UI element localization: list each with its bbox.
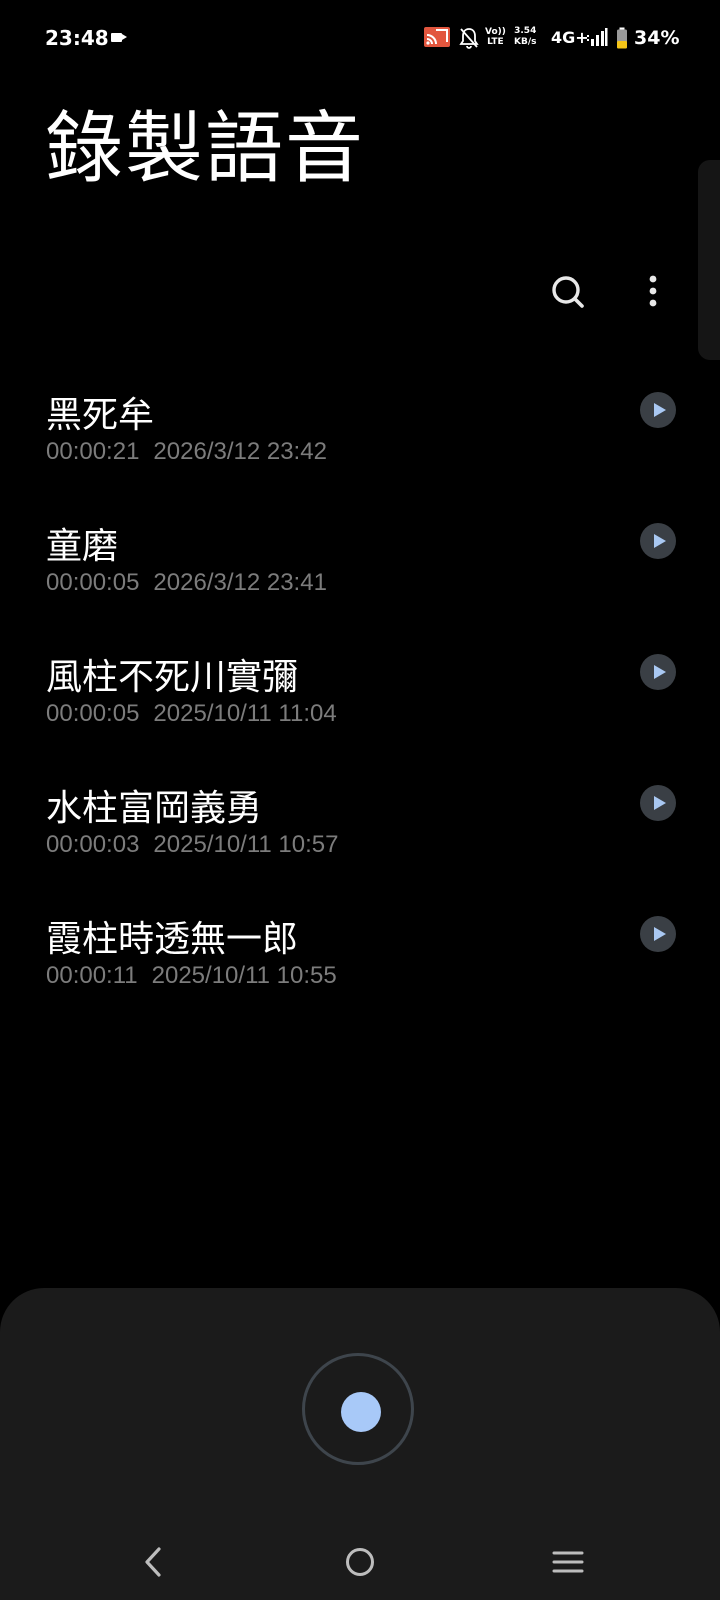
signal-icon xyxy=(587,28,608,46)
bell-off-icon xyxy=(459,28,479,49)
recording-duration: 00:00:11 xyxy=(46,962,138,989)
recording-meta: 00:00:05 2025/10/11 11:04 xyxy=(46,700,337,728)
battery-percentage: 34% xyxy=(634,27,680,49)
home-icon[interactable] xyxy=(345,1547,375,1577)
volte-indicator: Vo)) LTE xyxy=(485,27,506,47)
recording-duration: 00:00:05 xyxy=(46,700,140,727)
recording-name: 黑死牟 xyxy=(46,395,155,436)
status-bar: 23:48 Vo)) LTE 3.54 KB/s 4G+ 34% xyxy=(0,0,720,78)
recording-duration: 00:00:05 xyxy=(46,569,140,596)
recording-date: 2025/10/11 10:55 xyxy=(151,962,337,989)
recording-meta: 00:00:03 2025/10/11 10:57 xyxy=(46,831,338,859)
recording-date: 2026/3/12 23:42 xyxy=(153,438,327,465)
page-title: 錄製語音 xyxy=(45,104,366,194)
recording-name: 霞柱時透無一郎 xyxy=(46,919,299,960)
recording-date: 2025/10/11 10:57 xyxy=(153,831,339,858)
record-dot-icon xyxy=(341,1392,381,1432)
recordings-list: 黑死牟 00:00:21 2026/3/12 23:42 童磨 00:00:05 2… xyxy=(0,370,720,1025)
recording-date: 2025/10/11 11:04 xyxy=(153,700,337,727)
recording-item[interactable]: 風柱不死川實彌 00:00:05 2025/10/11 11:04 xyxy=(0,632,720,763)
recording-name: 水柱富岡義勇 xyxy=(46,788,263,829)
recording-item[interactable]: 黑死牟 00:00:21 2026/3/12 23:42 xyxy=(0,370,720,501)
recording-item[interactable]: 霞柱時透無一郎 00:00:11 2025/10/11 10:55 xyxy=(0,894,720,1025)
play-button[interactable] xyxy=(640,523,676,559)
play-button[interactable] xyxy=(640,654,676,690)
recording-meta: 00:00:05 2026/3/12 23:41 xyxy=(46,569,327,597)
network-speed-unit: KB/s xyxy=(514,37,537,47)
play-button[interactable] xyxy=(640,916,676,952)
more-vert-icon[interactable] xyxy=(638,272,668,312)
recording-item[interactable]: 水柱富岡義勇 00:00:03 2025/10/11 10:57 xyxy=(0,763,720,894)
play-button[interactable] xyxy=(640,392,676,428)
network-speed-value: 3.54 xyxy=(514,26,537,36)
cast-icon xyxy=(424,27,450,47)
recording-name: 童磨 xyxy=(46,526,119,567)
recording-meta: 00:00:21 2026/3/12 23:42 xyxy=(46,438,327,466)
search-icon[interactable] xyxy=(548,272,588,312)
volte-bottom-label: LTE xyxy=(487,37,504,47)
back-icon[interactable] xyxy=(140,1545,166,1579)
battery-icon xyxy=(617,27,627,49)
volte-top-label: Vo)) xyxy=(485,27,506,37)
play-button[interactable] xyxy=(640,785,676,821)
recording-duration: 00:00:03 xyxy=(46,831,140,858)
recording-duration: 00:00:21 xyxy=(46,438,140,465)
network-speed: 3.54 KB/s xyxy=(514,26,536,48)
video-record-icon xyxy=(111,33,127,42)
recents-icon[interactable] xyxy=(552,1550,584,1574)
recording-name: 風柱不死川實彌 xyxy=(46,657,299,698)
record-button[interactable] xyxy=(302,1353,414,1465)
status-time: 23:48 xyxy=(45,26,109,50)
side-drawer-handle[interactable] xyxy=(698,160,720,360)
recording-date: 2026/3/12 23:41 xyxy=(153,569,327,596)
recording-meta: 00:00:11 2025/10/11 10:55 xyxy=(46,962,337,990)
recording-item[interactable]: 童磨 00:00:05 2026/3/12 23:41 xyxy=(0,501,720,632)
network-type: 4G+ xyxy=(551,28,589,47)
